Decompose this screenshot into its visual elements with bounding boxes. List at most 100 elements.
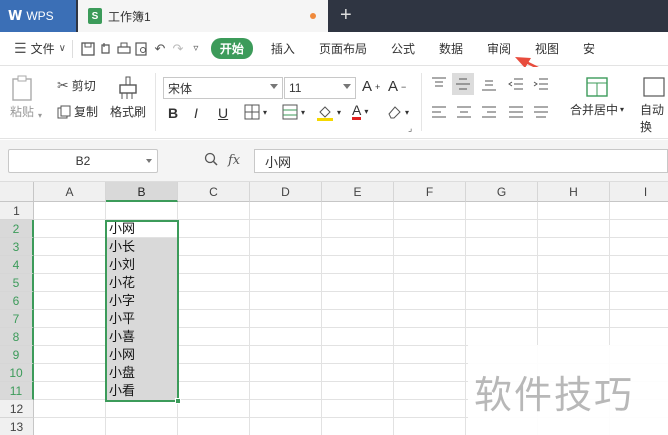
column-header-c[interactable]: C xyxy=(178,182,250,202)
cell-b8[interactable]: 小喜 xyxy=(106,328,178,346)
redo-icon[interactable]: ↷ xyxy=(169,40,187,58)
save-icon[interactable] xyxy=(79,40,97,58)
cell-b7[interactable]: 小平 xyxy=(106,310,178,328)
format-painter-button[interactable]: 格式刷 xyxy=(110,75,146,120)
align-left-icon[interactable] xyxy=(431,105,447,119)
tab-security[interactable]: 安 xyxy=(571,40,607,57)
fill-color-icon[interactable]: ▾ xyxy=(316,103,341,121)
merge-center-button[interactable]: 合并居中 ▾ xyxy=(570,77,624,118)
column-header-g[interactable]: G xyxy=(466,182,538,202)
paste-button[interactable]: 粘贴 xyxy=(10,75,34,120)
column-header-b[interactable]: B xyxy=(106,182,178,202)
row-header-4[interactable]: 4 xyxy=(0,256,34,274)
fill-handle[interactable] xyxy=(175,398,181,404)
undo-history-icon[interactable] xyxy=(97,40,115,58)
cell-b3[interactable]: 小长 xyxy=(106,238,178,256)
fill-pattern-icon[interactable]: ▾ xyxy=(282,104,305,120)
column-header-i[interactable]: I xyxy=(610,182,668,202)
align-center-icon[interactable] xyxy=(456,105,472,119)
tab-view[interactable]: 视图 xyxy=(523,40,571,57)
tab-review[interactable]: 审阅 xyxy=(475,40,523,57)
row-header-7[interactable]: 7 xyxy=(0,310,34,328)
document-tab[interactable]: S 工作簿1 xyxy=(78,0,328,32)
title-bar: W WPS S 工作簿1 + xyxy=(0,0,668,32)
file-menu[interactable]: ☰ 文件 ∨ xyxy=(0,40,66,57)
row-header-9[interactable]: 9 xyxy=(0,346,34,364)
column-header-d[interactable]: D xyxy=(250,182,322,202)
hamburger-icon: ☰ xyxy=(14,40,27,56)
spreadsheet-icon: S xyxy=(88,8,102,24)
row-header-11[interactable]: 11 xyxy=(0,382,34,400)
increase-font-icon[interactable]: A + xyxy=(362,78,380,95)
row-header-6[interactable]: 6 xyxy=(0,292,34,310)
cell-b4[interactable]: 小刘 xyxy=(106,256,178,274)
align-top-icon[interactable] xyxy=(431,77,447,91)
wps-home-tab[interactable]: W WPS xyxy=(0,0,76,32)
chevron-down-icon xyxy=(343,84,351,89)
row-header-1[interactable]: 1 xyxy=(0,202,34,220)
underline-icon[interactable]: U xyxy=(218,105,228,121)
name-box[interactable]: B2 xyxy=(8,149,158,173)
auto-wrap-button[interactable]: 自动换 xyxy=(640,77,668,135)
cell-b9[interactable]: 小网 xyxy=(106,346,178,364)
select-all-corner[interactable] xyxy=(0,182,34,202)
decrease-font-icon[interactable]: A − xyxy=(388,78,406,95)
customize-toolbar-icon[interactable]: ▿ xyxy=(187,40,205,58)
font-name-select[interactable]: 宋体 xyxy=(163,77,283,99)
tab-formulas[interactable]: 公式 xyxy=(379,40,427,57)
row-header-2[interactable]: 2 xyxy=(0,220,34,238)
column-header-e[interactable]: E xyxy=(322,182,394,202)
wrap-text-icon xyxy=(643,77,665,97)
cell-b5[interactable]: 小花 xyxy=(106,274,178,292)
zoom-formula-icon[interactable] xyxy=(204,152,218,169)
chevron-down-icon: ∨ xyxy=(58,43,66,54)
cut-button[interactable]: ✂ 剪切 xyxy=(57,77,96,94)
italic-icon[interactable]: I xyxy=(194,105,198,121)
row-header-10[interactable]: 10 xyxy=(0,364,34,382)
print-preview-icon[interactable] xyxy=(133,40,151,58)
align-right-icon[interactable] xyxy=(481,105,497,119)
bold-icon[interactable]: B xyxy=(168,105,178,121)
merge-cells-icon xyxy=(586,77,608,97)
cell-b2[interactable]: 小网 xyxy=(106,220,178,238)
row-header-8[interactable]: 8 xyxy=(0,328,34,346)
cell-b10[interactable]: 小盘 xyxy=(106,364,178,382)
tab-data[interactable]: 数据 xyxy=(427,40,475,57)
cut-label: 剪切 xyxy=(71,79,96,93)
justify-icon[interactable] xyxy=(508,105,524,119)
row-header-13[interactable]: 13 xyxy=(0,418,34,435)
new-tab-button[interactable]: + xyxy=(340,3,352,27)
menu-bar: ☰ 文件 ∨ ↶ ↷ ▿ 开始 插入 页面布局 公式 数据 审阅 视图 安 xyxy=(0,32,668,66)
indent-increase-icon[interactable] xyxy=(533,77,549,91)
undo-icon[interactable]: ↶ xyxy=(151,40,169,58)
indent-decrease-icon[interactable] xyxy=(508,77,524,91)
borders-icon[interactable]: ▾ xyxy=(244,104,267,120)
spreadsheet-grid[interactable]: A B C D E F G H I 1 2 3 4 5 6 7 8 9 10 1… xyxy=(0,182,668,435)
cell-b6[interactable]: 小字 xyxy=(106,292,178,310)
clear-format-icon[interactable]: ▾ xyxy=(386,104,409,120)
font-color-icon[interactable]: A ▾ xyxy=(352,103,368,120)
align-bottom-icon[interactable] xyxy=(481,77,497,91)
unsaved-dot-icon xyxy=(310,13,316,19)
column-header-a[interactable]: A xyxy=(34,182,106,202)
cell-b11[interactable]: 小看 xyxy=(106,382,178,400)
font-size-select[interactable]: 11 xyxy=(284,77,356,99)
align-middle-icon[interactable] xyxy=(452,73,474,95)
font-settings-icon[interactable]: ⌟ xyxy=(408,123,412,134)
row-header-5[interactable]: 5 xyxy=(0,274,34,292)
copy-button[interactable]: 复制 xyxy=(57,103,98,120)
paintbrush-icon xyxy=(119,76,137,99)
print-icon[interactable] xyxy=(115,40,133,58)
row-header-12[interactable]: 12 xyxy=(0,400,34,418)
tab-insert[interactable]: 插入 xyxy=(259,40,307,57)
formula-input[interactable]: 小网 xyxy=(254,149,668,173)
insert-function-icon[interactable]: fx xyxy=(228,153,240,168)
row-header-3[interactable]: 3 xyxy=(0,238,34,256)
divider xyxy=(155,73,156,131)
tab-start[interactable]: 开始 xyxy=(210,38,253,59)
distributed-icon[interactable] xyxy=(533,105,549,119)
column-header-f[interactable]: F xyxy=(394,182,466,202)
tab-page-layout[interactable]: 页面布局 xyxy=(307,40,379,57)
paste-dropdown-icon[interactable]: ▾ xyxy=(38,111,42,120)
column-header-h[interactable]: H xyxy=(538,182,610,202)
